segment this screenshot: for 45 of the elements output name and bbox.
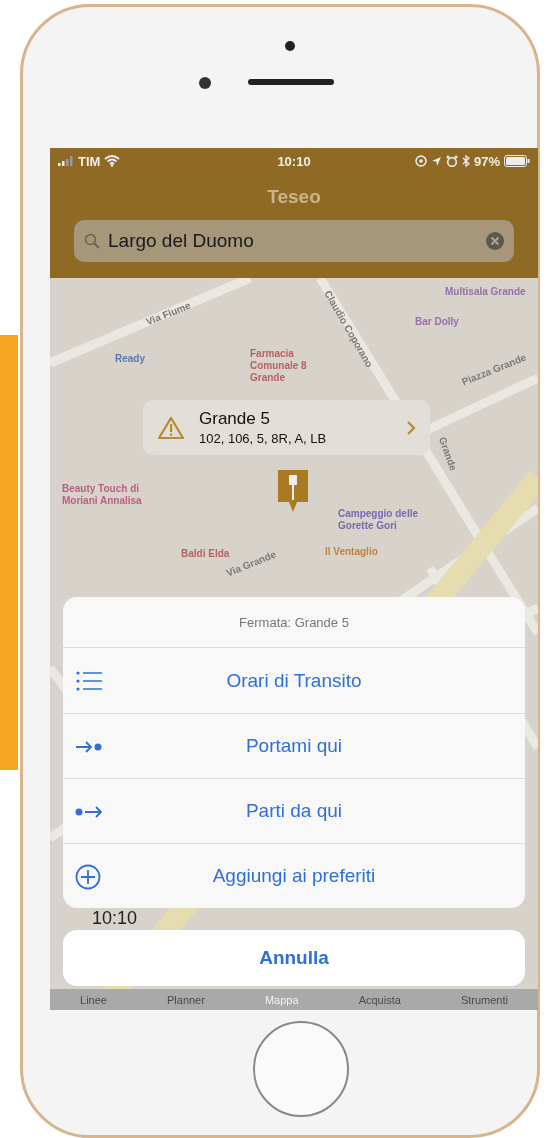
place-label: Campeggio delle Gorette Gori bbox=[338, 508, 419, 532]
sheet-action[interactable]: Orari di Transito bbox=[63, 648, 525, 713]
clear-icon[interactable] bbox=[486, 232, 504, 250]
departure-time: 10:10 bbox=[92, 908, 138, 928]
camera-dot bbox=[285, 41, 295, 51]
place-label: Baldi Elda bbox=[181, 548, 230, 560]
place-label: Ready bbox=[115, 353, 145, 365]
place-label: Beauty Touch di Moriani Annalisa bbox=[62, 483, 143, 507]
stop-callout[interactable]: Grande 5 102, 106, 5, 8R, A, LB bbox=[143, 400, 430, 455]
stop-name: Grande 5 bbox=[199, 409, 271, 429]
cancel-button[interactable]: Annulla bbox=[63, 930, 525, 986]
street-label: Grande bbox=[435, 435, 460, 473]
sheet-action[interactable]: Aggiungi ai preferiti bbox=[63, 843, 525, 908]
lock-rotation-icon bbox=[414, 155, 427, 167]
tab[interactable]: Acquista bbox=[358, 994, 401, 1006]
battery-percent: 97% bbox=[473, 153, 500, 169]
bluetooth-icon bbox=[461, 155, 470, 167]
signal-icon bbox=[58, 156, 74, 166]
carrier-name: TIM bbox=[78, 153, 101, 169]
location-arrow-icon bbox=[430, 155, 442, 167]
place-label: Multisala Grande bbox=[445, 286, 526, 298]
warning-icon bbox=[157, 415, 185, 440]
front-camera bbox=[199, 77, 211, 89]
stop-lines: 102, 106, 5, 8R, A, LB bbox=[199, 431, 328, 446]
street-label: Via Fiume bbox=[144, 299, 193, 329]
chevron-right-icon bbox=[406, 419, 416, 436]
alarm-icon bbox=[445, 155, 458, 167]
tab[interactable]: Linee bbox=[80, 994, 107, 1006]
sheet-title: Fermata: Grande 5 bbox=[63, 597, 525, 648]
search-field[interactable]: Largo del Duomo bbox=[74, 220, 514, 262]
bus-stop-pin-icon bbox=[278, 470, 308, 514]
sheet-action[interactable]: Parti da qui bbox=[63, 778, 525, 843]
battery-icon bbox=[504, 155, 530, 167]
place-label: Il Ventaglio bbox=[325, 546, 378, 558]
status-time: 10:10 bbox=[277, 153, 311, 169]
app-title: Teseo bbox=[266, 185, 322, 209]
place-label: Farmacia Comunale 8 Grande bbox=[250, 348, 308, 384]
add-circle-icon bbox=[75, 864, 103, 890]
place-label: Bar Dolly bbox=[415, 316, 459, 328]
search-icon bbox=[84, 233, 100, 249]
sheet-action[interactable]: Portami qui bbox=[63, 713, 525, 778]
tab[interactable]: Strumenti bbox=[460, 994, 508, 1006]
wifi-icon bbox=[104, 155, 121, 167]
street-label: Piazza Grande bbox=[460, 351, 529, 389]
tab[interactable]: Planner bbox=[167, 994, 205, 1006]
